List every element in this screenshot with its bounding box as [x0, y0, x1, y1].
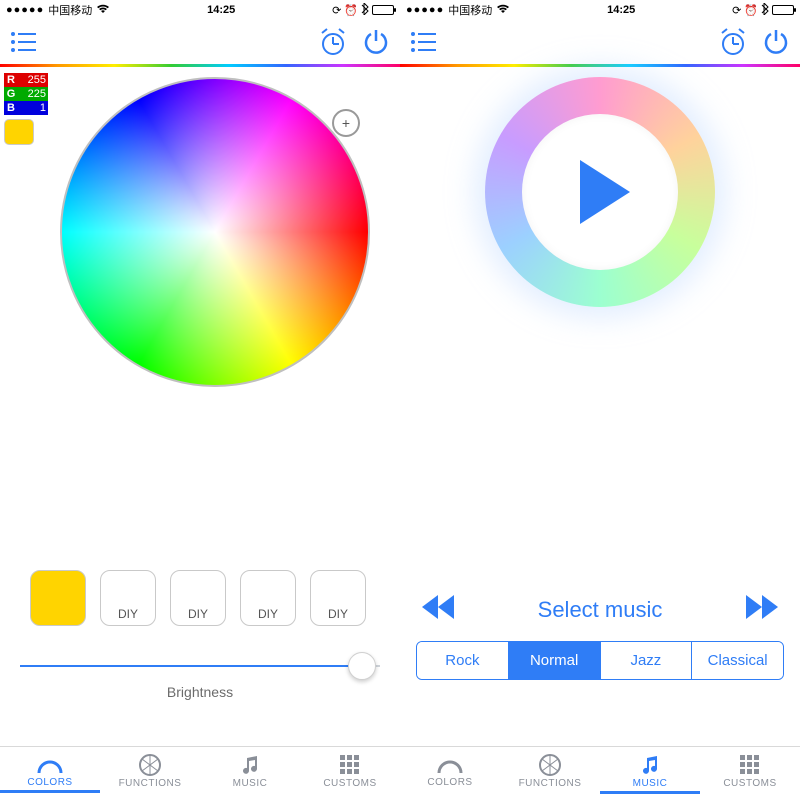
color-wheel[interactable]: +	[60, 77, 370, 387]
clock-label: 14:25	[510, 4, 732, 16]
b-label: B	[4, 101, 18, 115]
alarm-status-icon: ⏰	[744, 4, 758, 17]
nav-bar	[400, 20, 800, 64]
b-value: 1	[18, 101, 48, 115]
tab-colors[interactable]: COLORS	[400, 747, 500, 800]
orientation-lock-icon: ⟳	[732, 4, 741, 17]
music-screen: ●●●●● 中国移动 14:25 ⟳ ⏰	[400, 0, 800, 800]
customs-icon	[339, 754, 361, 776]
genre-segmented-control: RockNormalJazzClassical	[416, 641, 784, 680]
preset-slot-0[interactable]	[30, 570, 86, 626]
brightness-control: Brightness	[0, 654, 400, 700]
music-icon	[639, 754, 661, 776]
g-label: G	[4, 87, 18, 101]
colors-screen: ●●●●● 中国移动 14:25 ⟳ ⏰	[0, 0, 400, 800]
signal-dots-icon: ●●●●●	[406, 4, 444, 16]
tab-bar: COLORS FUNCTIONS MUSIC CUSTOMS	[400, 746, 800, 800]
music-disc	[485, 77, 715, 307]
prev-track-button[interactable]	[420, 593, 460, 626]
bluetooth-icon	[761, 3, 769, 18]
g-value: 225	[18, 87, 48, 101]
menu-button[interactable]	[410, 31, 438, 53]
r-value: 255	[18, 73, 48, 87]
preset-slot-3[interactable]: DIY	[240, 570, 296, 626]
preset-slot-4[interactable]: DIY	[310, 570, 366, 626]
battery-icon	[772, 5, 794, 15]
tab-label: CUSTOMS	[323, 778, 376, 789]
preset-slot-2[interactable]: DIY	[170, 570, 226, 626]
carrier-label: 中国移动	[48, 2, 92, 18]
tab-label: COLORS	[27, 777, 72, 788]
brightness-thumb[interactable]	[348, 652, 376, 680]
tab-colors[interactable]: COLORS	[0, 747, 100, 800]
r-label: R	[4, 73, 18, 87]
tab-functions[interactable]: FUNCTIONS	[100, 747, 200, 800]
menu-button[interactable]	[10, 31, 38, 53]
current-color-swatch	[4, 119, 34, 145]
wifi-icon	[96, 4, 110, 17]
orientation-lock-icon: ⟳	[332, 4, 341, 17]
tab-customs[interactable]: CUSTOMS	[300, 747, 400, 800]
rgb-readout: R255 G225 B1	[4, 73, 48, 145]
tab-functions[interactable]: FUNCTIONS	[500, 747, 600, 800]
clock-label: 14:25	[110, 4, 332, 16]
tab-label: MUSIC	[233, 778, 268, 789]
battery-icon	[372, 5, 394, 15]
select-music-label[interactable]: Select music	[460, 597, 740, 623]
tab-label: FUNCTIONS	[119, 778, 182, 789]
colors-icon	[437, 755, 463, 775]
customs-icon	[739, 754, 761, 776]
wifi-icon	[496, 4, 510, 17]
status-bar: ●●●●● 中国移动 14:25 ⟳ ⏰	[0, 0, 400, 20]
tab-bar: COLORS FUNCTIONS MUSIC CUSTOMS	[0, 746, 400, 800]
carrier-label: 中国移动	[448, 2, 492, 18]
power-button[interactable]	[762, 28, 790, 56]
tab-music[interactable]: MUSIC	[200, 747, 300, 800]
functions-icon	[539, 754, 561, 776]
tab-label: CUSTOMS	[723, 778, 776, 789]
genre-classical[interactable]: Classical	[692, 642, 783, 679]
tab-label: MUSIC	[633, 778, 668, 789]
genre-rock[interactable]: Rock	[417, 642, 509, 679]
functions-icon	[139, 754, 161, 776]
tab-label: FUNCTIONS	[519, 778, 582, 789]
preset-row: DIYDIYDIYDIY	[0, 570, 400, 626]
timer-button[interactable]	[718, 28, 748, 56]
tab-music[interactable]: MUSIC	[600, 747, 700, 800]
genre-normal[interactable]: Normal	[509, 642, 601, 679]
status-bar: ●●●●● 中国移动 14:25 ⟳ ⏰	[400, 0, 800, 20]
timer-button[interactable]	[318, 28, 348, 56]
nav-bar	[0, 20, 400, 64]
colors-icon	[37, 755, 63, 775]
play-button[interactable]	[580, 160, 630, 224]
music-icon	[239, 754, 261, 776]
bluetooth-icon	[361, 3, 369, 18]
tab-label: COLORS	[427, 777, 472, 788]
brightness-label: Brightness	[20, 684, 380, 700]
color-wheel-cursor[interactable]: +	[332, 109, 360, 137]
tab-customs[interactable]: CUSTOMS	[700, 747, 800, 800]
next-track-button[interactable]	[740, 593, 780, 626]
brightness-slider[interactable]	[20, 654, 380, 678]
preset-slot-1[interactable]: DIY	[100, 570, 156, 626]
power-button[interactable]	[362, 28, 390, 56]
signal-dots-icon: ●●●●●	[6, 4, 44, 16]
genre-jazz[interactable]: Jazz	[601, 642, 693, 679]
alarm-status-icon: ⏰	[344, 4, 358, 17]
